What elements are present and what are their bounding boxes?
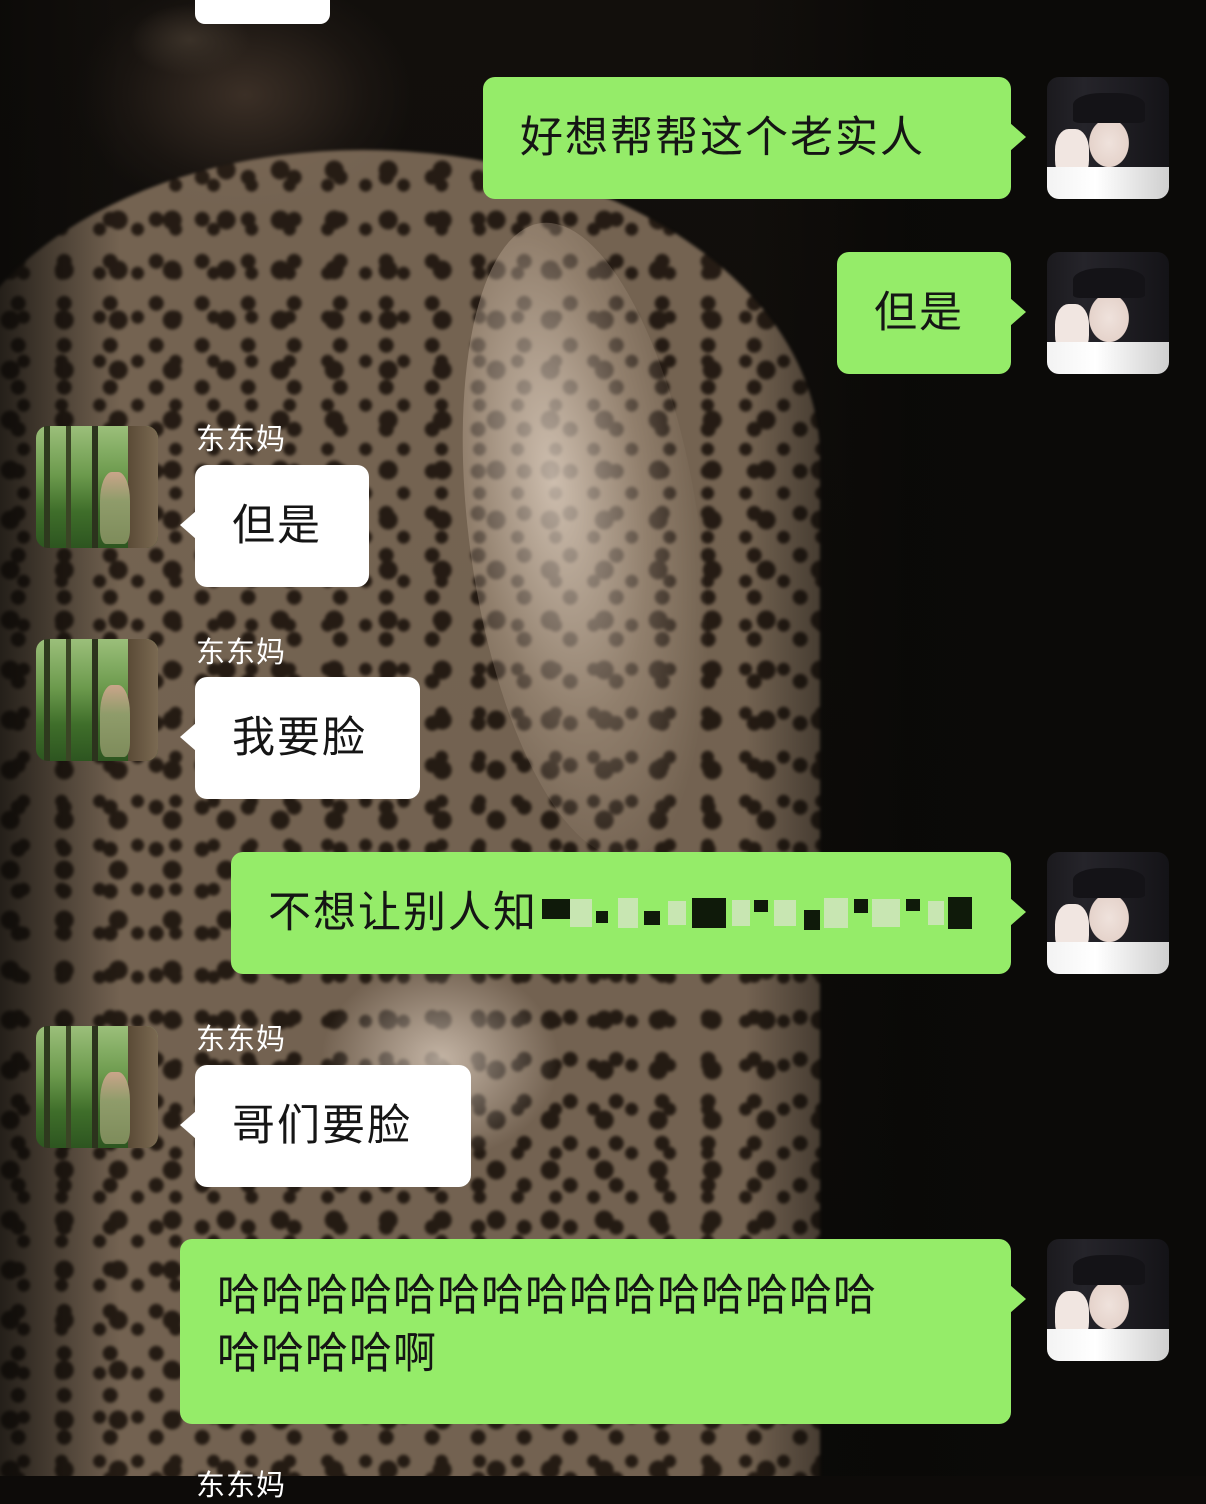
message-text: 哥们要脸: [232, 1101, 412, 1151]
message-text: 但是: [232, 501, 322, 551]
message-bubble-sent[interactable]: 不想让别人知: [231, 852, 1026, 974]
my-avatar[interactable]: [1047, 252, 1169, 374]
sender-name: 东东妈: [196, 635, 287, 669]
sender-name-partial: 东东妈: [196, 1468, 287, 1502]
message-text-line-2: 哈哈哈哈啊: [217, 1329, 437, 1379]
message-bubble-received[interactable]: 我要脸: [180, 677, 420, 799]
my-avatar[interactable]: [1047, 852, 1169, 974]
redaction-mosaic: [542, 888, 972, 938]
message-bubble-sent[interactable]: 但是: [837, 252, 1026, 374]
contact-avatar[interactable]: [36, 1026, 158, 1148]
contact-avatar[interactable]: [36, 426, 158, 548]
my-avatar[interactable]: [1047, 77, 1169, 199]
sender-name: 东东妈: [196, 422, 287, 456]
contact-avatar[interactable]: [36, 639, 158, 761]
message-text: 好想帮帮这个老实人: [520, 113, 925, 163]
message-text-line-1: 哈哈哈哈哈哈哈哈哈哈哈哈哈哈哈: [217, 1271, 877, 1321]
message-text: 但是: [874, 288, 964, 338]
message-bubble-received[interactable]: 哥们要脸: [180, 1065, 471, 1187]
my-avatar[interactable]: [1047, 1239, 1169, 1361]
previous-message-bubble[interactable]: [195, 0, 330, 24]
message-bubble-sent[interactable]: 哈哈哈哈哈哈哈哈哈哈哈哈哈哈哈 哈哈哈哈啊: [180, 1239, 1026, 1424]
message-text: 不想让别人知: [268, 888, 538, 938]
message-bubble-sent[interactable]: 好想帮帮这个老实人: [483, 77, 1026, 199]
message-text: 我要脸: [232, 713, 367, 763]
message-bubble-received[interactable]: 但是: [180, 465, 369, 587]
sender-name: 东东妈: [196, 1022, 287, 1056]
